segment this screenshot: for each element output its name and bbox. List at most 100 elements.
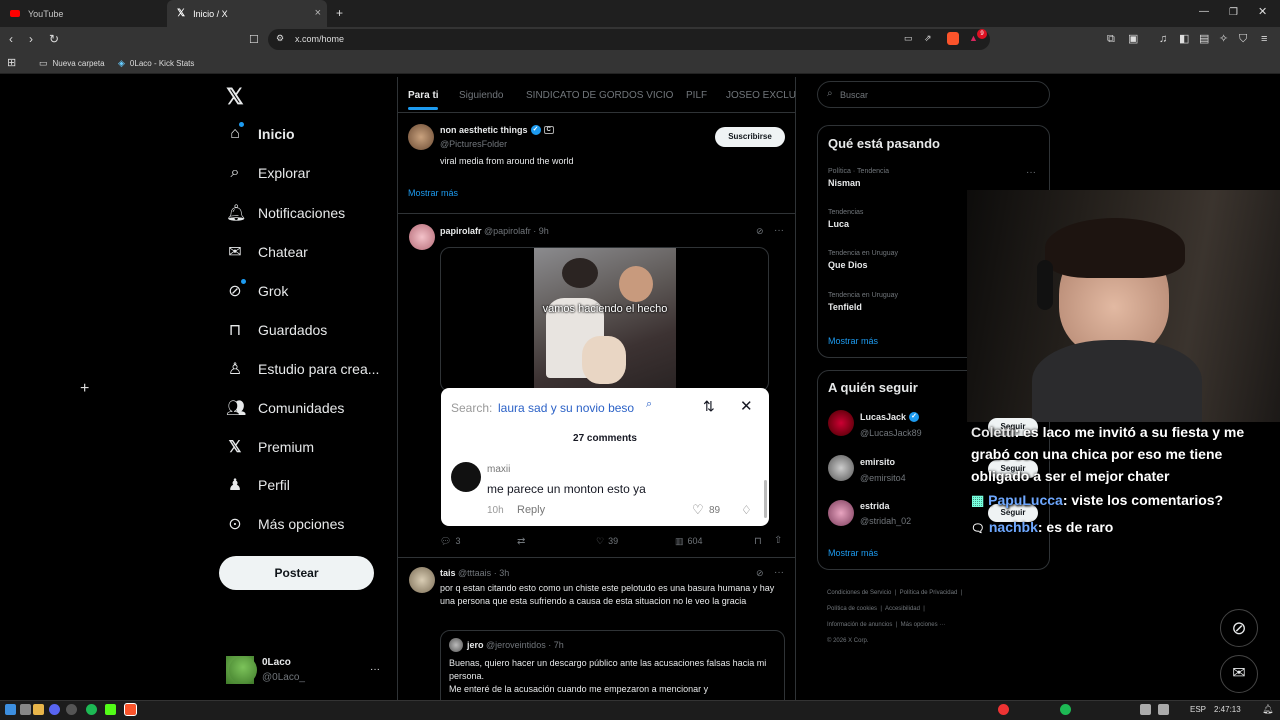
trend-more-icon[interactable]: ··· bbox=[1026, 167, 1036, 178]
x-logo-icon[interactable]: 𝕏 bbox=[226, 84, 244, 110]
views-action[interactable]: ▥ 604 bbox=[675, 536, 703, 547]
sidebar-toggle-icon[interactable]: ◧ bbox=[1179, 33, 1189, 45]
spotify-icon[interactable] bbox=[86, 704, 97, 715]
back-icon[interactable]: ‹ bbox=[9, 33, 13, 45]
bookmark-icon[interactable]: ⊓ bbox=[754, 536, 762, 547]
search-icon[interactable]: ⌕ bbox=[646, 398, 652, 411]
bookmark-kick-stats[interactable]: ◈ 0Laco - Kick Stats bbox=[118, 58, 194, 69]
trend-item[interactable]: Tendencias Luca bbox=[828, 209, 863, 229]
dislike-icon[interactable]: ♢ bbox=[741, 503, 752, 517]
account-name[interactable]: emirsito bbox=[860, 457, 895, 467]
tab-youtube[interactable]: YouTube bbox=[0, 0, 165, 27]
like-action[interactable]: ♡ 39 bbox=[596, 536, 618, 547]
tab-list-pilf[interactable]: PILF bbox=[686, 90, 707, 101]
scrollbar[interactable] bbox=[764, 480, 767, 518]
obs-icon[interactable] bbox=[66, 704, 77, 715]
author-name[interactable]: tais bbox=[440, 568, 456, 578]
bookmark-page-icon[interactable]: ☐ bbox=[249, 34, 259, 46]
brave-icon[interactable] bbox=[124, 703, 137, 716]
follow-suggestion[interactable]: LucasJack ✓ bbox=[860, 412, 920, 422]
subscribe-button[interactable]: Suscribirse bbox=[715, 127, 785, 147]
close-icon[interactable]: ✕ bbox=[740, 397, 753, 415]
grok-icon[interactable]: ⊘ bbox=[756, 568, 764, 579]
tray-volume-icon[interactable] bbox=[1158, 704, 1169, 715]
post-button[interactable]: Postear bbox=[219, 556, 374, 590]
bookmark-folder[interactable]: ▭ Nueva carpeta bbox=[39, 58, 105, 69]
tab-for-you[interactable]: Para ti bbox=[408, 90, 439, 101]
avatar[interactable] bbox=[409, 224, 435, 250]
trends-show-more-link[interactable]: Mostrar más bbox=[828, 336, 878, 346]
url-bar[interactable]: ⚙ x.com/home ▭ ⇗ ▲ 9 bbox=[268, 29, 990, 50]
repost-icon[interactable]: ⇄ bbox=[517, 536, 525, 547]
post-more-icon[interactable]: ··· bbox=[774, 225, 784, 236]
trend-item[interactable]: Política · Tendencia Nisman bbox=[828, 168, 889, 188]
account-name[interactable]: non aesthetic things bbox=[440, 125, 528, 135]
sort-icon[interactable]: ⇅ bbox=[703, 398, 715, 415]
show-more-link[interactable]: Mostrar más bbox=[408, 188, 458, 198]
file-explorer-icon[interactable] bbox=[33, 704, 44, 715]
clock[interactable]: 2:47:13 bbox=[1214, 705, 1241, 714]
forward-icon[interactable]: › bbox=[29, 33, 33, 45]
tray-network-icon[interactable] bbox=[1140, 704, 1151, 715]
windows-start-icon[interactable] bbox=[5, 704, 16, 715]
tray-icon[interactable] bbox=[998, 704, 1009, 715]
extensions-icon[interactable]: ⧉ bbox=[1107, 33, 1115, 45]
nav-grok[interactable]: ⊘ Grok bbox=[226, 281, 288, 301]
footer-link[interactable]: Condiciones de Servicio bbox=[827, 590, 891, 596]
search-input[interactable]: ⌕ Buscar bbox=[817, 81, 1050, 108]
avatar[interactable] bbox=[828, 455, 854, 481]
screen-icon[interactable]: ▭ bbox=[904, 33, 913, 44]
brave-shield-icon[interactable] bbox=[947, 32, 959, 45]
window-close-icon[interactable]: ✕ bbox=[1258, 6, 1267, 18]
restore-icon[interactable]: ❐ bbox=[1229, 7, 1238, 19]
messages-float-icon[interactable]: ✉ bbox=[1220, 655, 1258, 693]
wallet-icon[interactable]: ▤ bbox=[1199, 33, 1209, 45]
heart-icon[interactable]: ♡ bbox=[692, 502, 704, 518]
avatar[interactable] bbox=[451, 462, 481, 492]
account-more-icon[interactable]: ··· bbox=[370, 664, 380, 675]
nav-premium[interactable]: 𝕏 Premium bbox=[226, 437, 314, 457]
share-icon[interactable]: ⇧ bbox=[774, 535, 782, 546]
vpn-shield-icon[interactable]: ⛉ bbox=[1239, 33, 1247, 45]
close-tab-icon[interactable]: × bbox=[315, 7, 321, 19]
nav-explore[interactable]: ⌕ Explorar bbox=[226, 164, 311, 182]
language-indicator[interactable]: ESP bbox=[1190, 705, 1206, 714]
new-tab-icon[interactable]: + bbox=[336, 7, 343, 19]
grok-float-icon[interactable]: ⊘ bbox=[1220, 609, 1258, 647]
video-thumbnail[interactable]: vamos haciendo el hecho bbox=[534, 248, 676, 388]
minimize-icon[interactable]: — bbox=[1199, 6, 1209, 18]
author-name[interactable]: papirolafr bbox=[440, 226, 482, 236]
task-view-icon[interactable] bbox=[20, 704, 31, 715]
trend-item[interactable]: Tendencia en Uruguay Que Dios bbox=[828, 250, 898, 270]
nav-creator-studio[interactable]: ♙ Estudio para crea... bbox=[226, 359, 380, 379]
tab-x-home[interactable]: 𝕏 Inicio / X × bbox=[167, 0, 327, 27]
notifications-icon[interactable]: 🔔︎ bbox=[1262, 704, 1273, 715]
reply-action[interactable]: 💬︎ 3 bbox=[440, 536, 460, 547]
footer-link[interactable]: Política de cookies bbox=[827, 606, 877, 612]
nav-profile[interactable]: ♟ Perfil bbox=[226, 475, 290, 495]
menu-icon[interactable]: ≡ bbox=[1261, 33, 1267, 45]
footer-link[interactable]: Política de Privacidad bbox=[900, 590, 958, 596]
nav-notifications[interactable]: 🔔︎ Notificaciones bbox=[226, 203, 345, 223]
comment-user[interactable]: maxii bbox=[487, 464, 510, 475]
tab-following[interactable]: Siguiendo bbox=[459, 90, 503, 101]
follow-show-more-link[interactable]: Mostrar más bbox=[828, 548, 878, 558]
tab-list-sindicato[interactable]: SINDICATO DE GORDOS VICIO bbox=[526, 90, 673, 101]
apps-grid-icon[interactable]: ⊞ bbox=[7, 56, 16, 69]
leo-ai-icon[interactable]: ✧ bbox=[1219, 33, 1228, 45]
site-settings-icon[interactable]: ⚙ bbox=[276, 33, 284, 44]
nav-home[interactable]: ⌂ Inicio bbox=[226, 125, 294, 143]
avatar[interactable] bbox=[408, 124, 434, 150]
nav-communities[interactable]: 👥︎ Comunidades bbox=[226, 398, 344, 418]
avatar[interactable] bbox=[828, 500, 854, 526]
nav-more[interactable]: ⊙ Más opciones bbox=[226, 514, 344, 534]
reply-button[interactable]: Reply bbox=[517, 504, 545, 516]
kick-icon[interactable] bbox=[105, 704, 116, 715]
nav-chat[interactable]: ✉ Chatear bbox=[226, 242, 308, 262]
account-name[interactable]: estrida bbox=[860, 501, 890, 511]
media-icon[interactable]: ▣ bbox=[1128, 33, 1138, 45]
tray-spotify-icon[interactable] bbox=[1060, 704, 1071, 715]
footer-link[interactable]: Accesibilidad bbox=[885, 606, 920, 612]
avatar[interactable] bbox=[828, 410, 854, 436]
avatar[interactable] bbox=[409, 567, 435, 593]
